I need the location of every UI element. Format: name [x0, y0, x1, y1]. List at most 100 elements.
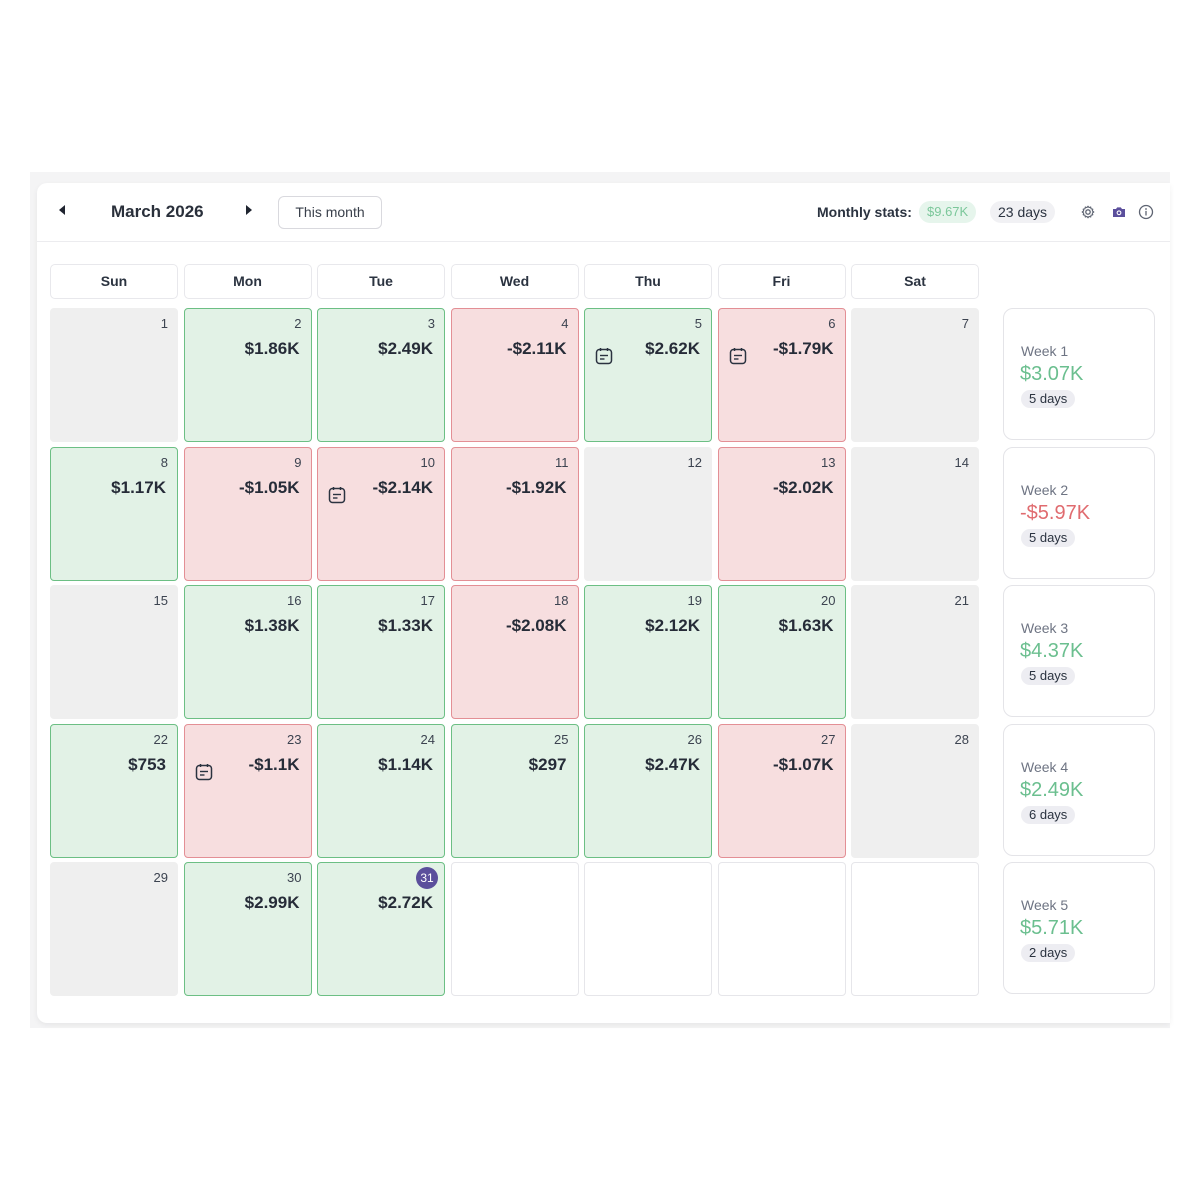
day-number: 16 [287, 593, 302, 608]
week-summary-card[interactable]: Week 1 $3.07K 5 days [1003, 308, 1155, 440]
day-number: 4 [561, 316, 569, 331]
day-cell-25[interactable]: 25 $297 [450, 723, 579, 858]
empty-day-cell [851, 862, 979, 996]
monthly-profit-badge: $9.67K [919, 201, 977, 223]
week-pnl: $2.49K [1020, 778, 1084, 801]
day-pnl: -$2.11K [506, 339, 567, 358]
day-cell-23[interactable]: 23 -$1.1K [183, 723, 312, 858]
caret-right-icon [246, 205, 252, 215]
journal-note-icon[interactable] [594, 346, 614, 366]
weekday-header-sat: Sat [851, 264, 979, 299]
day-cell-4[interactable]: 4 -$2.11K [450, 308, 579, 442]
day-cell-7[interactable]: 7 [851, 308, 979, 442]
weekday-header-tue: Tue [317, 264, 445, 299]
week-pnl: $3.07K [1020, 363, 1084, 385]
week-label: Week 3 [1021, 620, 1069, 636]
day-pnl: $2.12K [645, 616, 700, 635]
day-cell-24[interactable]: 24 $1.14K [317, 723, 445, 858]
day-number: 12 [687, 454, 702, 470]
day-cell-26[interactable]: 26 $2.47K [584, 723, 712, 858]
day-cell-15[interactable]: 15 [50, 585, 178, 719]
day-cell-20[interactable]: 20 $1.63K [717, 585, 846, 719]
day-number: 25 [554, 731, 569, 747]
day-cell-10[interactable]: 10 -$2.14K [317, 446, 445, 581]
day-number: 27 [821, 731, 836, 747]
next-month-button[interactable] [237, 197, 261, 223]
day-pnl: $1.63K [778, 616, 834, 635]
monthly-days-badge: 23 days [990, 201, 1056, 223]
day-number: 15 [153, 593, 168, 608]
day-pnl: $1.14K [378, 754, 433, 774]
day-cell-29[interactable]: 29 [50, 862, 178, 996]
month-title: March 2026 [111, 202, 204, 221]
day-number: 13 [821, 454, 836, 470]
journal-note-icon[interactable] [327, 485, 347, 505]
day-cell-6[interactable]: 6 -$1.79K [717, 308, 846, 442]
calendar-toolbar: March 2026 This month Monthly stats: $9.… [37, 183, 1170, 242]
day-number: 23 [287, 731, 302, 747]
day-number: 8 [160, 454, 168, 470]
empty-day-cell [584, 862, 712, 996]
day-cell-5[interactable]: 5 $2.62K [584, 308, 712, 442]
day-cell-8[interactable]: 8 $1.17K [50, 446, 178, 581]
day-cell-1[interactable]: 1 [50, 308, 178, 442]
day-number: 24 [420, 731, 435, 747]
day-number: 5 [694, 316, 702, 331]
day-pnl: -$1.05K [239, 477, 300, 497]
day-cell-3[interactable]: 3 $2.49K [317, 308, 445, 442]
day-cell-19[interactable]: 19 $2.12K [584, 585, 712, 719]
caret-left-icon [59, 205, 65, 215]
day-cell-11[interactable]: 11 -$1.92K [450, 446, 579, 581]
day-pnl: $297 [528, 754, 567, 774]
day-number: 26 [687, 731, 702, 747]
week-days-badge: 2 days [1021, 944, 1076, 962]
day-cell-22[interactable]: 22 $753 [50, 723, 178, 858]
this-month-button[interactable]: This month [278, 196, 382, 229]
day-cell-28[interactable]: 28 [851, 723, 979, 858]
week-label: Week 4 [1021, 758, 1069, 775]
week-days-badge: 5 days [1021, 528, 1076, 547]
day-number: 19 [687, 593, 702, 608]
day-pnl: $1.38K [244, 616, 300, 635]
day-number: 10 [420, 454, 435, 470]
camera-icon[interactable] [1111, 204, 1127, 220]
day-number: 2 [294, 316, 302, 331]
week-label: Week 5 [1021, 897, 1069, 913]
day-cell-2[interactable]: 2 $1.86K [183, 308, 312, 442]
week-summary-card[interactable]: Week 4 $2.49K 6 days [1003, 723, 1155, 856]
week-summary-card[interactable]: Week 5 $5.71K 2 days [1003, 862, 1155, 994]
day-number: 11 [555, 454, 569, 470]
day-cell-9[interactable]: 9 -$1.05K [183, 446, 312, 581]
weekday-header-thu: Thu [584, 264, 712, 299]
day-pnl: $2.49K [378, 339, 433, 358]
day-number: 29 [153, 870, 168, 885]
week-summary-card[interactable]: Week 3 $4.37K 5 days [1003, 585, 1155, 717]
journal-note-icon[interactable] [194, 762, 214, 782]
weekday-header-mon: Mon [183, 264, 312, 299]
day-number: 1 [160, 316, 168, 331]
gear-icon[interactable] [1080, 204, 1096, 220]
day-number: 3 [427, 316, 435, 331]
week-days-badge: 5 days [1021, 667, 1076, 685]
day-cell-16[interactable]: 16 $1.38K [183, 585, 312, 719]
day-pnl: $1.33K [378, 616, 433, 635]
day-cell-30[interactable]: 30 $2.99K [183, 862, 312, 996]
previous-month-button[interactable] [50, 197, 74, 223]
today-date-badge: 31 [416, 867, 438, 889]
day-cell-14[interactable]: 14 [851, 446, 979, 581]
day-cell-17[interactable]: 17 $1.33K [317, 585, 445, 719]
day-cell-27[interactable]: 27 -$1.07K [717, 723, 846, 858]
weekday-header-wed: Wed [450, 264, 579, 299]
day-pnl: $2.99K [244, 893, 300, 912]
info-icon[interactable] [1138, 204, 1154, 220]
day-cell-18[interactable]: 18 -$2.08K [450, 585, 579, 719]
day-cell-21[interactable]: 21 [851, 585, 979, 719]
week-pnl: $4.37K [1020, 640, 1084, 662]
day-cell-31[interactable]: 31 $2.72K [317, 862, 445, 996]
day-cell-12[interactable]: 12 [584, 446, 712, 581]
day-cell-13[interactable]: 13 -$2.02K [717, 446, 846, 581]
week-pnl: $5.71K [1020, 917, 1084, 939]
week-summary-card[interactable]: Week 2 -$5.97K 5 days [1003, 446, 1155, 579]
day-pnl: -$1.07K [773, 754, 834, 774]
journal-note-icon[interactable] [728, 346, 748, 366]
